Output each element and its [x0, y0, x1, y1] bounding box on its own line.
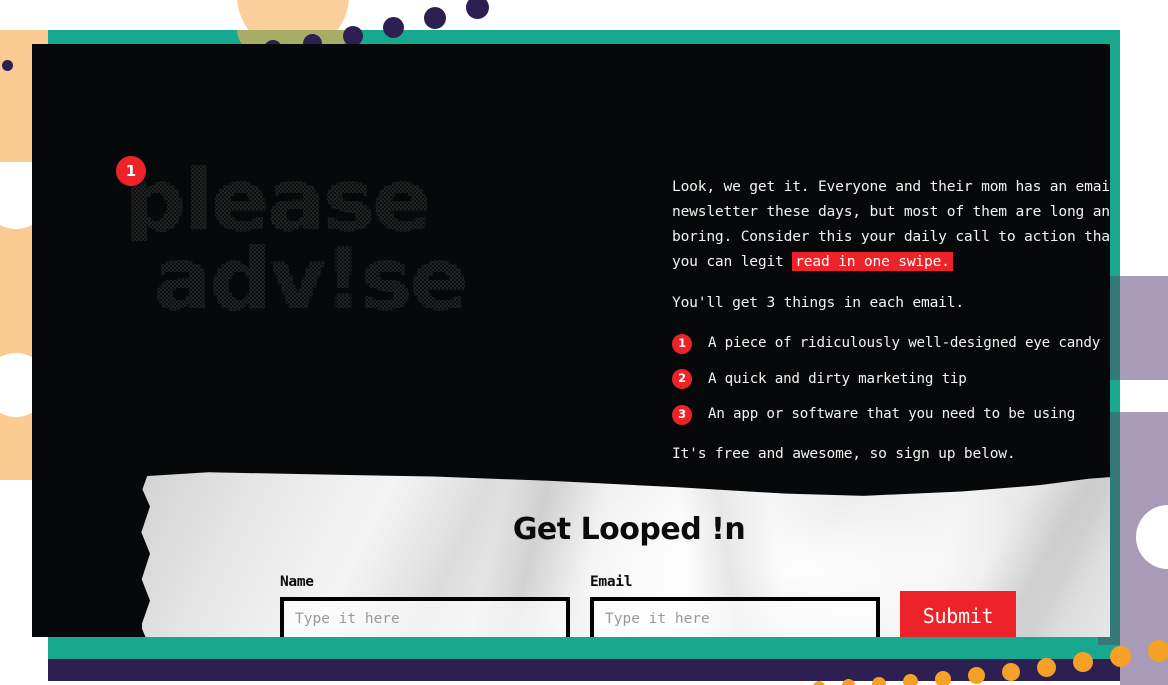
bottom-purple-bar	[48, 659, 1120, 681]
paper-binding-hole-1	[108, 440, 142, 466]
right-lavender-block-1	[1120, 276, 1168, 380]
hero-headline-line-2: adv!se	[154, 237, 604, 323]
decorative-dot	[903, 674, 918, 685]
name-input[interactable]	[280, 597, 570, 637]
hero-badge: 1	[116, 156, 146, 186]
benefit-number-badge: 1	[672, 333, 692, 354]
decorative-dot	[424, 7, 446, 29]
decorative-dot	[968, 667, 985, 684]
bottom-teal-bar	[48, 637, 1120, 661]
name-field-group: Name	[280, 574, 570, 637]
benefit-list: 1 A piece of ridiculously well-designed e…	[672, 331, 1110, 426]
decorative-dot	[466, 0, 489, 19]
decorative-dot	[383, 17, 404, 38]
decorative-dot	[1037, 658, 1056, 677]
signup-paper: Get Looped !n Name Email Submit	[140, 472, 1110, 637]
lead-paragraph: You'll get 3 things in each email.	[672, 294, 964, 312]
benefit-number-badge: 2	[672, 369, 692, 390]
promo-card: 1 please adv!se Look, we get it. Everyon…	[32, 44, 1110, 637]
email-input[interactable]	[590, 597, 880, 637]
benefit-text: An app or software that you need to be u…	[708, 406, 1076, 423]
decorative-dot	[1073, 652, 1093, 672]
decorative-dot	[813, 681, 825, 685]
form-title: Get Looped !n	[512, 512, 746, 547]
decorative-dot	[935, 671, 951, 685]
benefit-text: A quick and dirty marketing tip	[708, 370, 967, 387]
decorative-dot	[1148, 640, 1168, 662]
hero-headline: 1 please adv!se	[116, 156, 604, 323]
decorative-dot	[1110, 646, 1131, 667]
benefit-list-item: 1 A piece of ridiculously well-designed e…	[672, 331, 1110, 355]
decorative-dot	[2, 60, 13, 71]
decorative-dot	[842, 679, 855, 685]
right-lavender-block-3	[1120, 556, 1168, 685]
benefit-number-badge: 3	[672, 404, 692, 425]
outro-paragraph: It's free and awesome, so sign up below.	[672, 444, 1016, 462]
page-root: 1 please adv!se Look, we get it. Everyon…	[0, 0, 1168, 685]
decorative-dot	[1002, 663, 1020, 681]
name-label: Name	[280, 574, 314, 590]
decorative-dot	[343, 26, 363, 46]
email-label: Email	[590, 574, 633, 590]
submit-button[interactable]: Submit	[900, 591, 1016, 637]
signup-form: Name Email Submit	[280, 574, 1016, 637]
benefit-text: A piece of ridiculously well-designed ey…	[708, 335, 1101, 352]
intro-paragraph: Look, we get it. Everyone and their mom …	[672, 174, 1110, 274]
paper-binding-hole-3	[108, 548, 142, 574]
benefit-list-item: 2 A quick and dirty marketing tip	[672, 367, 1110, 391]
email-field-group: Email	[590, 574, 880, 637]
benefit-list-item: 3 An app or software that you need to be …	[672, 402, 1110, 426]
intro-highlight: read in one swipe.	[792, 252, 953, 272]
decorative-dot	[872, 677, 886, 685]
paper-binding-hole-2	[108, 494, 142, 520]
paper-binding-hole-4	[108, 602, 142, 628]
copy-column: Look, we get it. Everyone and their mom …	[672, 174, 1110, 482]
